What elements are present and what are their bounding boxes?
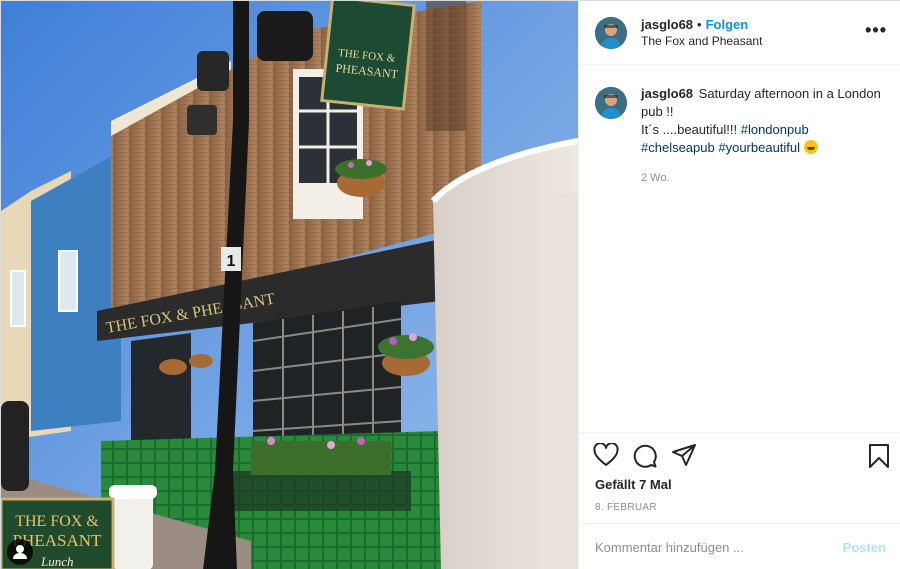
author-avatar[interactable] <box>595 16 627 49</box>
post-photo[interactable]: THE FOX & PHEASANT THE FOX & PHEASANT 1 … <box>1 1 578 569</box>
caption-comment: jasglo68 Saturday afternoon in a London … <box>595 85 885 187</box>
post-sidebar: jasglo68 • Folgen The Fox and Pheasant •… <box>578 1 900 569</box>
board-line-3: Lunch <box>40 554 74 569</box>
follow-button[interactable]: Folgen <box>706 17 749 33</box>
user-icon <box>13 545 27 559</box>
comment-icon[interactable] <box>632 443 658 472</box>
board-line-1: THE FOX & <box>15 513 99 530</box>
hashtag-londonpub[interactable]: #londonpub <box>741 122 809 137</box>
pub-street-photo: THE FOX & PHEASANT THE FOX & PHEASANT 1 … <box>1 1 578 569</box>
user-tag-icon[interactable] <box>7 539 33 565</box>
post-date: 8. FEBRUAR <box>595 502 657 513</box>
likes-count[interactable]: Gefällt 7 Mal <box>595 477 672 492</box>
caption-text: jasglo68 Saturday afternoon in a London … <box>641 85 881 187</box>
grinning-face-emoji-icon <box>803 140 818 154</box>
caption-line-2: It´s ....beautiful!!! <box>641 122 741 137</box>
heart-icon[interactable] <box>593 442 619 470</box>
comments-area: jasglo68 Saturday afternoon in a London … <box>579 65 900 207</box>
lamp-number: 1 <box>227 253 236 270</box>
action-bar: Gefällt 7 Mal 8. FEBRUAR <box>579 432 900 522</box>
comment-input[interactable] <box>595 539 843 555</box>
hashtag-yourbeautiful[interactable]: #yourbeautiful <box>718 140 800 155</box>
avatar-image <box>595 16 627 49</box>
avatar-image <box>595 87 627 119</box>
location-link[interactable]: The Fox and Pheasant <box>641 33 762 49</box>
author-username[interactable]: jasglo68 <box>641 17 693 33</box>
bookmark-icon[interactable] <box>868 443 890 472</box>
caption-avatar[interactable] <box>595 87 627 119</box>
post-header: jasglo68 • Folgen The Fox and Pheasant •… <box>579 1 900 65</box>
share-icon[interactable] <box>671 443 697 470</box>
instagram-post-modal: THE FOX & PHEASANT THE FOX & PHEASANT 1 … <box>0 0 900 569</box>
caption-username[interactable]: jasglo68 <box>641 86 693 101</box>
separator-dot: • <box>697 16 702 32</box>
post-time-ago[interactable]: 2 Wo. <box>641 169 881 187</box>
hashtag-chelseapub[interactable]: #chelseapub <box>641 140 715 155</box>
add-comment-bar: Posten <box>579 523 900 569</box>
more-icon[interactable]: ••• <box>865 21 887 39</box>
post-comment-button[interactable]: Posten <box>843 540 886 555</box>
